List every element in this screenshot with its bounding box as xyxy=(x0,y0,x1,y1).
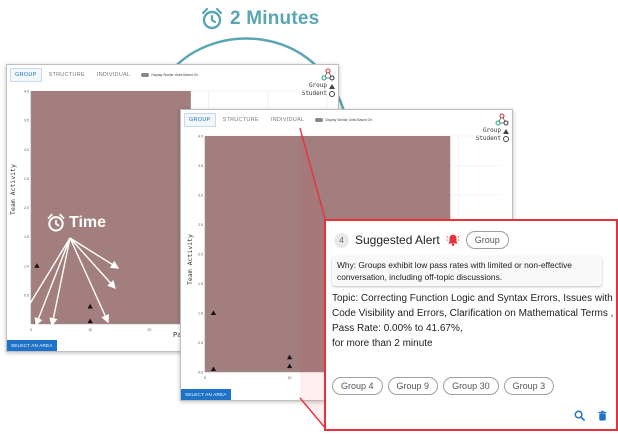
view-tabs: GROUP STRUCTURE INDIVIDUAL Display Simil… xyxy=(184,113,372,127)
alert-type-pill[interactable]: Group xyxy=(465,231,509,249)
toggle-switch[interactable] xyxy=(315,118,324,122)
alarm-clock-icon xyxy=(201,7,223,30)
alarm-bell-icon xyxy=(446,234,460,247)
alert-number-badge: 4 xyxy=(334,232,349,248)
alert-duration: for more than 2 minute xyxy=(332,338,433,349)
x-tick-label: 0 xyxy=(30,328,32,332)
tab-group[interactable]: GROUP xyxy=(10,68,42,82)
group-pill[interactable]: Group 30 xyxy=(443,377,499,395)
affected-groups: Group 4 Group 9 Group 30 Group 3 xyxy=(332,377,555,395)
x-tick-label: 10 xyxy=(88,328,92,332)
tab-group[interactable]: GROUP xyxy=(184,113,216,127)
y-tick-label: 1.0 xyxy=(198,312,203,316)
y-tick-label: 1.0 xyxy=(24,264,29,268)
suggested-alert-card: 4 Suggested Alert Group Why: Groups exhi… xyxy=(324,219,618,431)
time-annotation: Time xyxy=(46,213,106,233)
y-tick-label: 4.0 xyxy=(198,135,203,139)
y-tick-label: 4.0 xyxy=(24,90,29,94)
y-axis-label: Team Activity xyxy=(9,164,17,215)
alarm-clock-icon xyxy=(47,213,65,232)
tab-structure[interactable]: STRUCTURE xyxy=(44,68,90,82)
x-tick-label: 10 xyxy=(288,376,292,380)
duration-caption: 2 Minutes xyxy=(200,6,319,32)
y-tick-label: 2.5 xyxy=(198,223,203,227)
toggle-label: Display Similar Units Based On xyxy=(325,118,373,122)
trash-icon[interactable] xyxy=(597,410,608,421)
y-tick-label: 3.0 xyxy=(24,148,29,152)
time-label-text: Time xyxy=(69,214,107,231)
users-network-icon xyxy=(321,68,335,81)
y-tick-label: 0.5 xyxy=(24,293,29,297)
y-tick-label: 2.0 xyxy=(24,206,29,210)
alert-actions xyxy=(574,410,608,421)
y-tick-label: 2.0 xyxy=(198,253,203,257)
tab-individual[interactable]: INDIVIDUAL xyxy=(92,68,135,82)
duration-text: 2 Minutes xyxy=(230,8,320,29)
similar-units-toggle[interactable]: Display Similar Units Based On xyxy=(141,73,198,77)
y-axis-label: Team Activity xyxy=(186,234,194,285)
alert-reason: Why: Groups exhibit low pass rates with … xyxy=(332,256,602,286)
y-tick-label: 0.0 xyxy=(198,371,203,375)
toggle-label: Display Similar Units Based On xyxy=(151,73,199,77)
select-area-button[interactable]: SELECT AN AREA xyxy=(181,389,231,400)
toggle-switch[interactable] xyxy=(141,73,150,77)
alert-pass-rate: Pass Rate: 0.00% to 41.67%, xyxy=(332,323,463,334)
selected-area xyxy=(31,91,191,324)
group-pill[interactable]: Group 3 xyxy=(503,377,555,395)
select-area-button[interactable]: SELECT AN AREA xyxy=(7,340,57,351)
y-tick-label: 1.5 xyxy=(198,282,203,286)
y-tick-label: 3.5 xyxy=(24,119,29,123)
view-tabs: GROUP STRUCTURE INDIVIDUAL Display Simil… xyxy=(10,68,198,82)
alert-header: 4 Suggested Alert Group xyxy=(334,231,509,249)
y-tick-label: 0.5 xyxy=(198,341,203,345)
y-tick-label: 2.5 xyxy=(24,177,29,181)
similar-units-toggle[interactable]: Display Similar Units Based On xyxy=(315,118,372,122)
group-pill[interactable]: Group 9 xyxy=(387,377,439,395)
y-tick-label: 3.0 xyxy=(198,194,203,198)
group-pill[interactable]: Group 4 xyxy=(332,377,383,395)
alert-title: Suggested Alert xyxy=(355,233,440,247)
x-tick-label: 0 xyxy=(204,376,206,380)
tab-individual[interactable]: INDIVIDUAL xyxy=(266,113,309,127)
search-icon[interactable] xyxy=(574,410,585,421)
alert-topic: Topic: Correcting Function Logic and Syn… xyxy=(332,293,614,319)
alert-details: Topic: Correcting Function Logic and Syn… xyxy=(332,291,614,351)
tab-structure[interactable]: STRUCTURE xyxy=(218,113,264,127)
y-tick-label: 1.5 xyxy=(24,235,29,239)
y-tick-label: 3.5 xyxy=(198,164,203,168)
x-tick-label: 20 xyxy=(147,328,151,332)
users-network-icon xyxy=(495,113,509,126)
